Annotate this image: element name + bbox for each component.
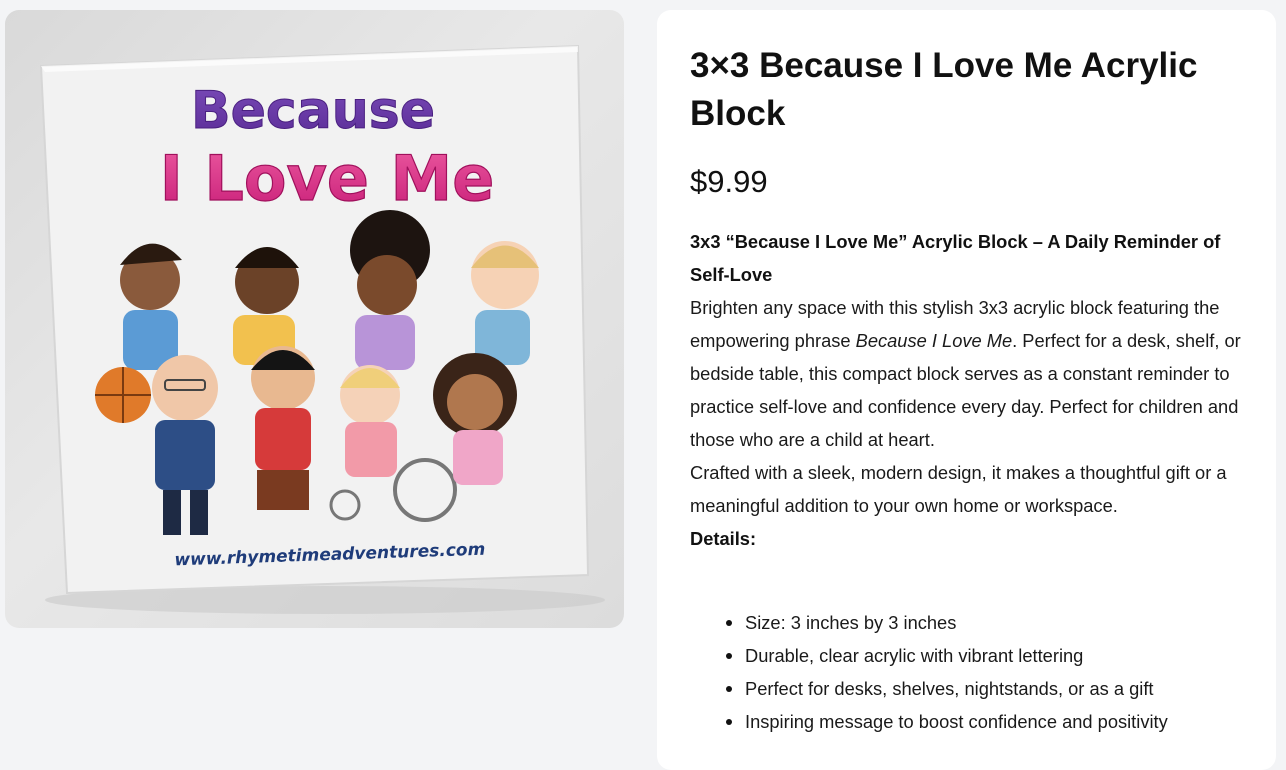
list-item: Perfect for desks, shelves, nightstands,… — [726, 672, 1168, 705]
acrylic-block-illustration: Because I Love Me www.rhymetimeadventure… — [39, 44, 605, 614]
product-title: 3×3 Because I Love Me Acrylic Block — [690, 46, 1198, 133]
list-item: Inspiring message to boost confidence an… — [726, 705, 1168, 738]
description-paragraph-2: Crafted with a sleek, modern design, it … — [690, 462, 1227, 516]
list-item: Size: 3 inches by 3 inches — [726, 606, 1168, 639]
product-description: 3x3 “Because I Love Me” Acrylic Block – … — [690, 225, 1265, 555]
product-image[interactable]: Because I Love Me www.rhymetimeadventure… — [5, 10, 624, 628]
features-list: Size: 3 inches by 3 inches Durable, clea… — [726, 606, 1168, 738]
description-p1-phrase: Because I Love Me — [855, 330, 1013, 351]
block-title-line2: I Love Me — [160, 142, 495, 215]
description-headline: 3x3 “Because I Love Me” Acrylic Block – … — [690, 231, 1221, 285]
product-price: $9.99 — [690, 164, 768, 199]
description-paragraph-1: Brighten any space with this stylish 3x3… — [690, 291, 1265, 456]
block-title-line1: Because — [191, 81, 435, 141]
list-item: Durable, clear acrylic with vibrant lett… — [726, 639, 1168, 672]
details-label: Details: — [690, 528, 757, 549]
product-details-panel: 3×3 Because I Love Me Acrylic Block $9.9… — [657, 10, 1276, 770]
